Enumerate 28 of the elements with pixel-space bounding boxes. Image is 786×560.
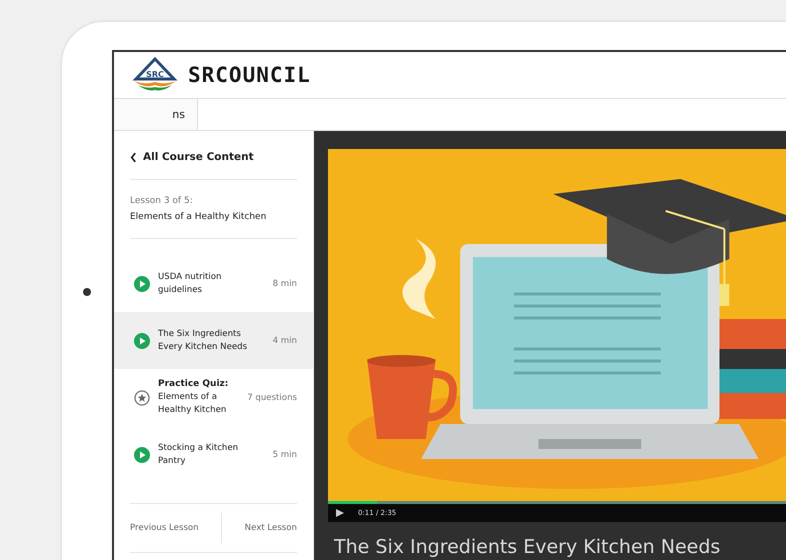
quiz-label: Practice Quiz: [158,378,230,389]
lesson-title: Elements of a Healthy Kitchen [129,212,268,224]
item-duration: 5 min [272,450,297,460]
item-title: The Six Ingredients Every Kitchen Needs [158,328,248,354]
tab[interactable]: ns [114,99,198,130]
video-title: The Six Ingredients Every Kitchen Needs [333,536,722,558]
lesson-item[interactable]: Practice Quiz: Elements of a Healthy Kitchen 7 questions [114,369,313,426]
previous-lesson-link[interactable]: Previous Lesson [130,523,199,533]
item-duration: 7 questions [247,392,297,402]
lesson-item[interactable]: The Six Ingredients Every Kitchen Needs 4 min [114,312,313,369]
item-duration: 4 min [272,336,297,346]
chevron-left-icon [130,152,137,162]
play-icon [134,276,150,292]
camera-icon [83,288,91,296]
progress-track[interactable] [328,501,786,504]
item-title: Elements of a Healthy Kitchen [158,390,228,416]
back-link[interactable]: All Course Content [114,131,313,179]
brand-name: SRCOUNCIL [188,63,311,87]
play-icon [134,332,150,348]
item-duration: 8 min [272,278,297,288]
item-title: Stocking a Kitchen Pantry [158,442,240,468]
play-icon[interactable] [336,509,344,517]
lesson-item[interactable]: USDA nutrition guidelines 8 min [114,255,313,312]
play-icon [134,446,150,462]
lesson-number: Lesson 3 of 5: [129,195,194,208]
next-lesson-link[interactable]: Next Lesson [244,523,297,533]
lesson-item[interactable]: Stocking a Kitchen Pantry 5 min [114,426,313,483]
item-title: USDA nutrition guidelines [158,270,222,296]
